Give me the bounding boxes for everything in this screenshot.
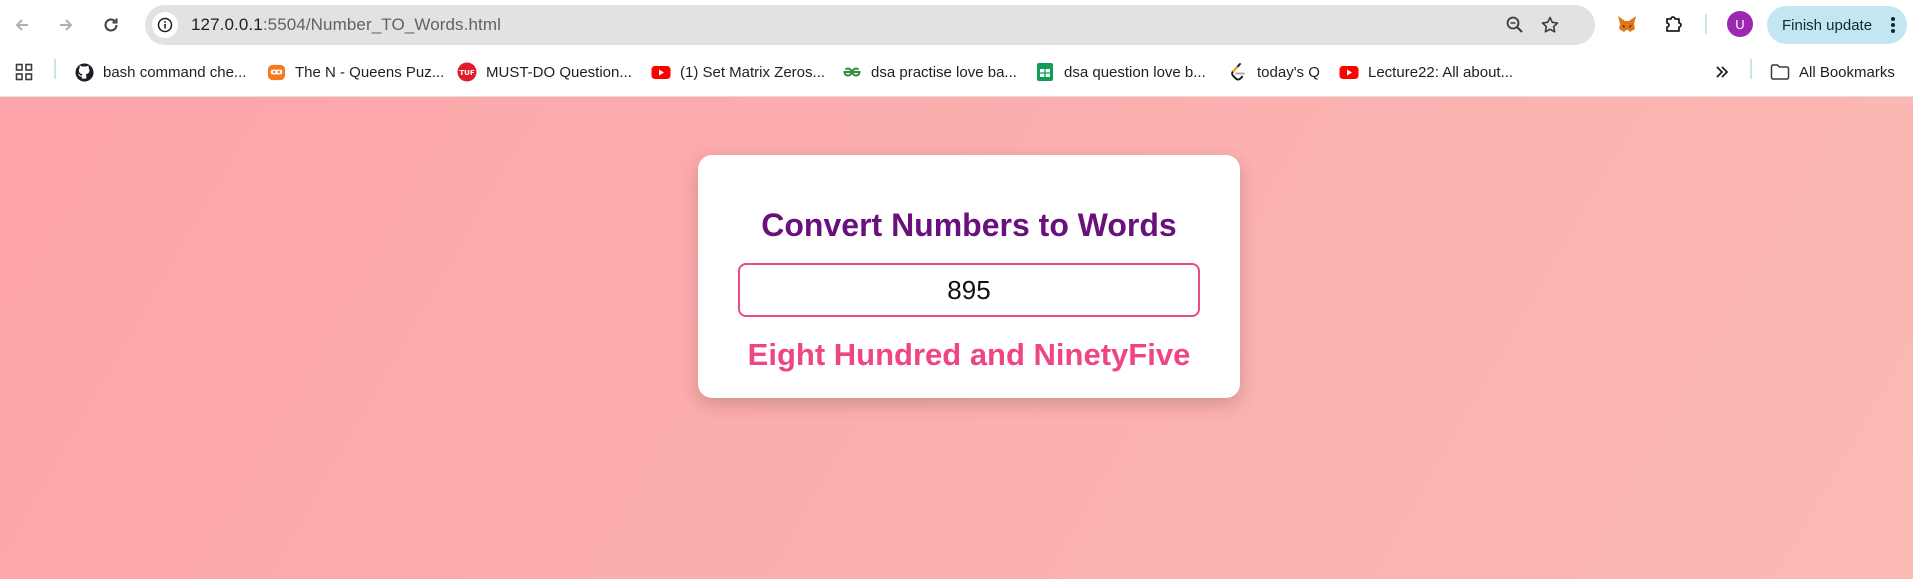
site-info-icon[interactable] [152, 12, 178, 38]
apps-grid-button[interactable] [14, 60, 43, 84]
google-sheets-icon [1035, 62, 1055, 82]
all-bookmarks-label: All Bookmarks [1799, 63, 1895, 81]
toolbar-separator [1705, 14, 1707, 34]
reload-button[interactable] [96, 10, 126, 40]
apps-grid-icon [14, 62, 34, 82]
back-arrow-icon [15, 19, 28, 31]
back-button[interactable] [7, 10, 37, 40]
folder-icon [1770, 62, 1790, 82]
bookmark-item[interactable]: dsa question love b... [1035, 60, 1206, 84]
more-bookmarks-button[interactable] [1712, 60, 1741, 84]
result-text: Eight Hundred and NinetyFive [747, 337, 1191, 372]
chevron-double-right-icon [1712, 62, 1732, 82]
finish-update-button[interactable]: Finish update [1767, 6, 1907, 44]
bookmark-item[interactable]: dsa practise love ba... [842, 60, 1017, 84]
page-title: Convert Numbers to Words [761, 207, 1177, 243]
url-path: :5504/Number_TO_Words.html [262, 15, 501, 34]
bookmark-item[interactable]: The N - Queens Puz... [266, 60, 444, 84]
metamask-extension-icon[interactable] [1614, 11, 1640, 37]
url-host: 127.0.0.1 [191, 15, 263, 34]
extensions-puzzle-icon[interactable] [1661, 11, 1687, 37]
tuf-icon: TUF [457, 62, 477, 82]
codingninjas-icon [266, 62, 286, 82]
reload-icon [104, 18, 118, 32]
bookmark-item[interactable]: Lecture22: All about... [1339, 60, 1513, 84]
youtube-icon [651, 62, 671, 82]
bookmark-item[interactable]: bash command che... [74, 60, 246, 84]
bookmark-label: dsa practise love ba... [871, 63, 1017, 81]
bookmark-item[interactable]: TUF MUST-DO Question... [457, 60, 632, 84]
bookmark-item[interactable]: today's Q [1228, 60, 1320, 84]
zoom-icon[interactable] [1504, 14, 1526, 36]
geeksforgeeks-icon [842, 62, 862, 82]
bookmark-label: dsa question love b... [1064, 63, 1206, 81]
github-icon [74, 62, 94, 82]
page-background: Convert Numbers to Words Eight Hundred a… [0, 97, 1913, 579]
bookmark-label: (1) Set Matrix Zeros... [680, 63, 826, 81]
bookmark-label: Lecture22: All about... [1368, 63, 1514, 81]
bookmarks-separator [54, 59, 56, 79]
bookmark-label: The N - Queens Puz... [295, 63, 445, 81]
converter-card: Convert Numbers to Words Eight Hundred a… [698, 155, 1240, 398]
bookmarks-bar: bash command che... The N - Queens Puz..… [0, 49, 1913, 97]
bookmark-label: MUST-DO Question... [486, 63, 632, 81]
menu-kebab-icon [1891, 17, 1895, 33]
url-text[interactable]: 127.0.0.1:5504/Number_TO_Words.html [191, 15, 501, 35]
bookmark-star-icon[interactable] [1539, 14, 1561, 36]
address-bar[interactable]: 127.0.0.1:5504/Number_TO_Words.html [145, 5, 1595, 45]
bookmark-label: bash command che... [103, 63, 247, 81]
bookmark-item[interactable]: (1) Set Matrix Zeros... [651, 60, 825, 84]
bookmark-label: today's Q [1257, 63, 1320, 81]
forward-button[interactable] [51, 10, 81, 40]
bookmarks-separator [1750, 59, 1752, 79]
profile-avatar[interactable]: U [1727, 11, 1753, 37]
forward-arrow-icon [60, 19, 73, 31]
youtube-icon [1339, 62, 1359, 82]
finish-update-label: Finish update [1782, 16, 1873, 34]
all-bookmarks-button[interactable]: All Bookmarks [1770, 60, 1895, 84]
browser-toolbar: 127.0.0.1:5504/Number_TO_Words.html U Fi… [0, 0, 1913, 49]
number-input[interactable] [738, 263, 1200, 317]
leetcode-icon [1228, 62, 1248, 82]
svg-text:TUF: TUF [459, 69, 474, 77]
